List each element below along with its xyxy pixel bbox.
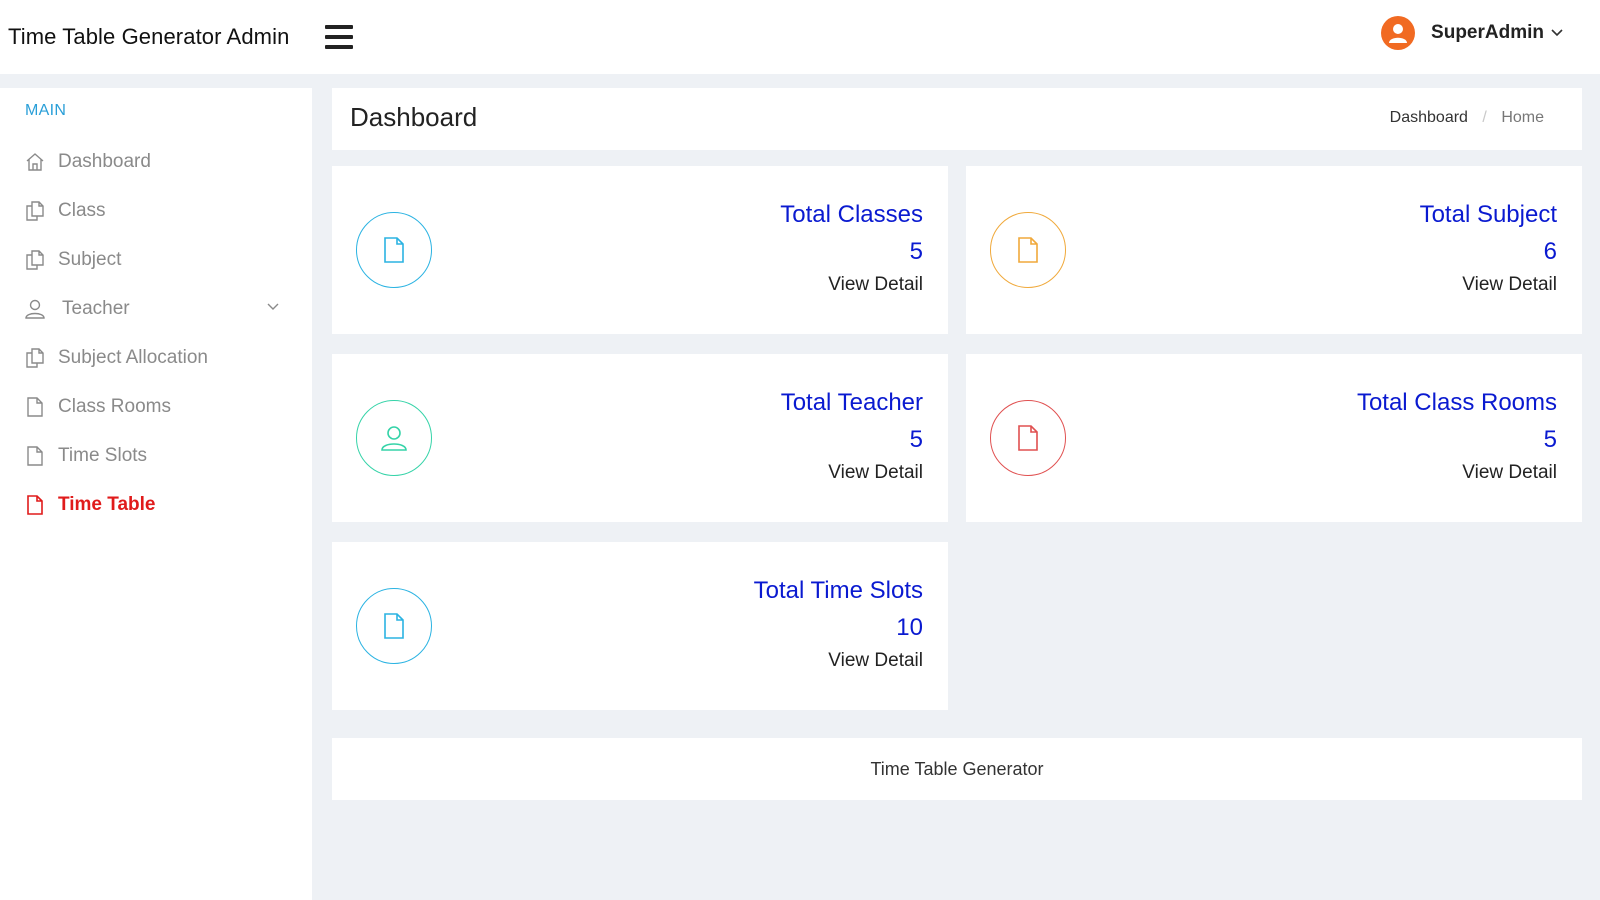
chevron-down-icon (1551, 29, 1563, 37)
stat-card-total-classes: Total Classes 5 View Detail (332, 166, 948, 334)
breadcrumb-link-dashboard[interactable]: Dashboard (1390, 109, 1468, 126)
footer: Time Table Generator (332, 738, 1582, 800)
file-icon (27, 446, 43, 466)
card-title: Total Class Rooms (1356, 389, 1557, 416)
home-icon (26, 153, 44, 171)
sidebar-item-class-rooms[interactable]: Class Rooms (0, 387, 312, 427)
card-value: 5 (1543, 426, 1557, 453)
sidebar: MAIN Dashboard Class Subject Teacher Sub… (0, 88, 312, 900)
footer-text: Time Table Generator (870, 758, 1044, 779)
file-icon (27, 495, 43, 515)
sidebar-item-label: Time Table (58, 494, 156, 515)
menu-toggle-icon[interactable] (325, 25, 354, 49)
card-title: Total Time Slots (753, 577, 923, 604)
card-icon-circle (356, 588, 432, 664)
file-icon (1018, 237, 1038, 263)
file-icon (384, 613, 404, 639)
card-value: 5 (909, 426, 923, 453)
sidebar-item-dashboard[interactable]: Dashboard (0, 142, 312, 182)
username: SuperAdmin (1431, 22, 1544, 43)
view-detail-link[interactable]: View Detail (828, 462, 923, 484)
sidebar-item-subject-allocation[interactable]: Subject Allocation (0, 338, 312, 378)
card-value: 10 (896, 614, 923, 641)
user-icon (25, 299, 45, 319)
copy-icon (26, 348, 44, 368)
file-icon (1018, 425, 1038, 451)
copy-icon (26, 250, 44, 270)
sidebar-item-time-slots[interactable]: Time Slots (0, 436, 312, 476)
card-icon-circle (356, 212, 432, 288)
view-detail-link[interactable]: View Detail (1462, 274, 1557, 296)
stat-card-total-time-slots: Total Time Slots 10 View Detail (332, 542, 948, 710)
view-detail-link[interactable]: View Detail (828, 274, 923, 296)
top-navbar: Time Table Generator Admin SuperAdmin (0, 0, 1600, 74)
sidebar-item-label: Teacher (62, 298, 130, 319)
card-icon-circle (990, 212, 1066, 288)
sidebar-item-time-table[interactable]: Time Table (0, 485, 312, 525)
file-icon (27, 397, 43, 417)
sidebar-item-label: Time Slots (58, 445, 148, 466)
sidebar-item-class[interactable]: Class (0, 191, 312, 231)
sidebar-item-label: Subject Allocation (58, 347, 208, 368)
chevron-down-icon[interactable] (266, 302, 280, 312)
card-title: Total Classes (780, 201, 923, 228)
card-title: Total Teacher (780, 389, 923, 416)
stat-card-total-subject: Total Subject 6 View Detail (966, 166, 1582, 334)
sidebar-item-subject[interactable]: Subject (0, 240, 312, 280)
breadcrumb-current: Home (1501, 109, 1544, 126)
file-icon (384, 237, 404, 263)
avatar (1381, 16, 1416, 50)
card-value: 6 (1543, 238, 1557, 265)
sidebar-item-teacher[interactable]: Teacher (0, 289, 312, 329)
sidebar-section-title: MAIN (25, 102, 67, 119)
sidebar-item-label: Subject (58, 249, 122, 270)
card-value: 5 (909, 238, 923, 265)
card-title: Total Subject (1419, 201, 1557, 228)
page-title: Dashboard (350, 102, 478, 132)
sidebar-item-label: Dashboard (58, 151, 151, 172)
view-detail-link[interactable]: View Detail (828, 650, 923, 672)
breadcrumb-separator: / (1482, 109, 1487, 126)
sidebar-item-label: Class Rooms (58, 396, 171, 417)
page-header: Dashboard Dashboard / Home (332, 88, 1582, 150)
copy-icon (26, 201, 44, 221)
breadcrumb: Dashboard / Home (1390, 109, 1544, 127)
stat-card-total-teacher: Total Teacher 5 View Detail (332, 354, 948, 522)
view-detail-link[interactable]: View Detail (1462, 462, 1557, 484)
user-icon (381, 426, 407, 451)
stat-card-total-class-rooms: Total Class Rooms 5 View Detail (966, 354, 1582, 522)
user-menu[interactable]: SuperAdmin (1381, 16, 1564, 50)
card-icon-circle (990, 400, 1066, 476)
sidebar-item-label: Class (58, 200, 106, 221)
app-title[interactable]: Time Table Generator Admin (8, 24, 289, 50)
card-icon-circle (356, 400, 432, 476)
